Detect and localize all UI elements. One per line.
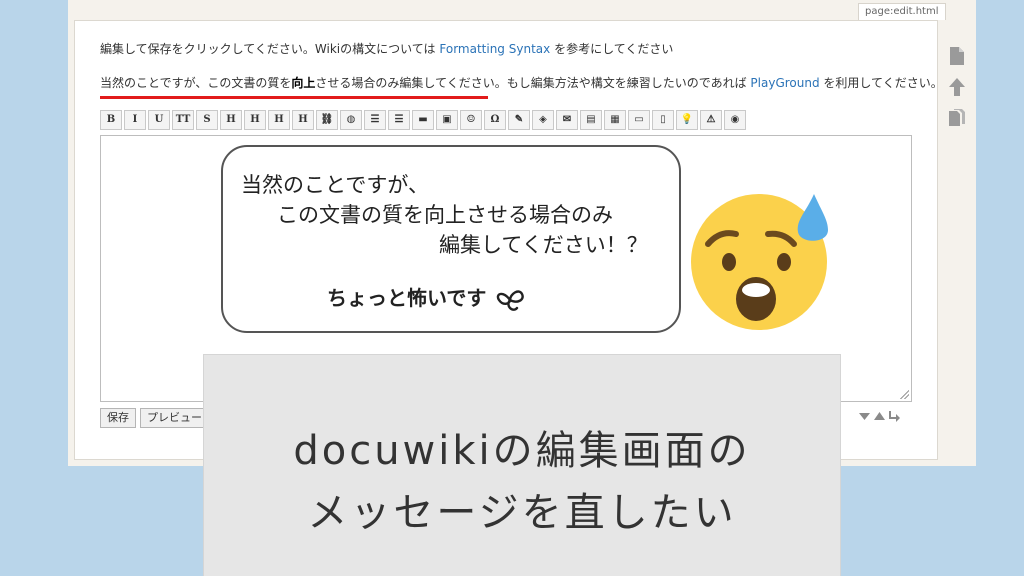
edit-intro-line-1: 編集して保存をクリックしてください。Wikiの構文については Formattin…: [100, 40, 673, 57]
pagename-tab: page:edit.html: [858, 3, 946, 20]
external-link-button[interactable]: ◍: [340, 110, 362, 130]
intro-text: を利用してください。: [823, 76, 943, 90]
warning-button[interactable]: ⚠: [700, 110, 722, 130]
edit-intro-line-2: 当然のことですが、この文書の質を向上させる場合のみ編集してください。もし編集方法…: [100, 74, 943, 91]
tip-button[interactable]: 💡: [676, 110, 698, 130]
intro-bold-text: 向上: [291, 76, 316, 90]
bubble-line-2: この文書の質を向上させる場合のみ: [277, 203, 613, 227]
note-button[interactable]: ▤: [580, 110, 602, 130]
unordered-list-button[interactable]: ☰: [388, 110, 410, 130]
bold-button[interactable]: B: [100, 110, 122, 130]
monospace-button[interactable]: TT: [172, 110, 194, 130]
show-page-icon[interactable]: [948, 46, 966, 66]
preview-button[interactable]: プレビュー: [140, 408, 209, 428]
intro-text: 当然のことですが、この文書の質を: [100, 76, 292, 90]
ordered-list-button[interactable]: ☰: [364, 110, 386, 130]
editor-toolbar: B I U TT S H H H H ⛓ ◍ ☰ ☰ ▬ ▣ ☺ Ω ✎ ◈ ✉ ▤ ▦ ▭ ▯ 💡 ⚠ ◉: [100, 110, 746, 130]
strikethrough-button[interactable]: S: [196, 110, 218, 130]
internal-link-button[interactable]: ⛓: [316, 110, 338, 130]
folder-button[interactable]: ▭: [628, 110, 650, 130]
italic-button[interactable]: I: [124, 110, 146, 130]
highlight-underline: [100, 96, 488, 99]
intro-text: を参考にしてください: [554, 42, 674, 56]
save-button[interactable]: 保存: [100, 408, 136, 428]
bubble-line-1: 当然のことですが、: [241, 173, 429, 197]
wrap-toggle-icon[interactable]: [888, 410, 901, 422]
swirl-icon: [497, 289, 525, 311]
heading-higher-button[interactable]: H: [268, 110, 290, 130]
back-to-top-icon[interactable]: [948, 77, 966, 97]
title-line-2: メッセージを直したい: [307, 490, 737, 536]
title-line-1: docuwikiの編集画面の: [293, 428, 751, 474]
signature-button[interactable]: ✎: [508, 110, 530, 130]
bubble-line-3: 編集してください！？: [439, 233, 648, 257]
bubble-scary-text: ちょっと怖いです: [327, 282, 527, 314]
title-card: docuwikiの編集画面の メッセージを直したい: [204, 355, 840, 576]
enlarge-editor-icon[interactable]: [873, 410, 886, 422]
page-button[interactable]: ▯: [652, 110, 674, 130]
stop-button[interactable]: ◉: [724, 110, 746, 130]
page-tools: [948, 46, 968, 139]
heading-same-button[interactable]: H: [220, 110, 242, 130]
playground-link[interactable]: PlayGround: [750, 76, 819, 90]
underline-button[interactable]: U: [148, 110, 170, 130]
heading-lower-button[interactable]: H: [244, 110, 266, 130]
intro-text: させる場合のみ編集してください。もし編集方法や構文を練習したいのであれば: [315, 76, 747, 90]
plugin-button[interactable]: ◈: [532, 110, 554, 130]
edit-buttons: 保存 プレビュー: [100, 408, 209, 428]
formatting-syntax-link[interactable]: Formatting Syntax: [439, 42, 550, 56]
intro-text: 編集して保存をクリックしてください。Wikiの構文については: [100, 42, 436, 56]
scary-text: ちょっと怖いです: [327, 286, 487, 310]
horizontal-rule-button[interactable]: ▬: [412, 110, 434, 130]
anxious-face-icon: [691, 194, 828, 330]
revisions-icon[interactable]: [948, 108, 966, 128]
speech-bubble: 当然のことですが、 この文書の質を向上させる場合のみ 編集してください！？ ちょ…: [221, 145, 681, 333]
editor-size-controls: [858, 410, 901, 422]
media-button[interactable]: ▣: [436, 110, 458, 130]
table-button[interactable]: ▦: [604, 110, 626, 130]
shrink-editor-icon[interactable]: [858, 410, 871, 422]
resize-handle[interactable]: [899, 389, 909, 399]
special-chars-button[interactable]: Ω: [484, 110, 506, 130]
smiley-button[interactable]: ☺: [460, 110, 482, 130]
heading-select-button[interactable]: H: [292, 110, 314, 130]
mail-button[interactable]: ✉: [556, 110, 578, 130]
